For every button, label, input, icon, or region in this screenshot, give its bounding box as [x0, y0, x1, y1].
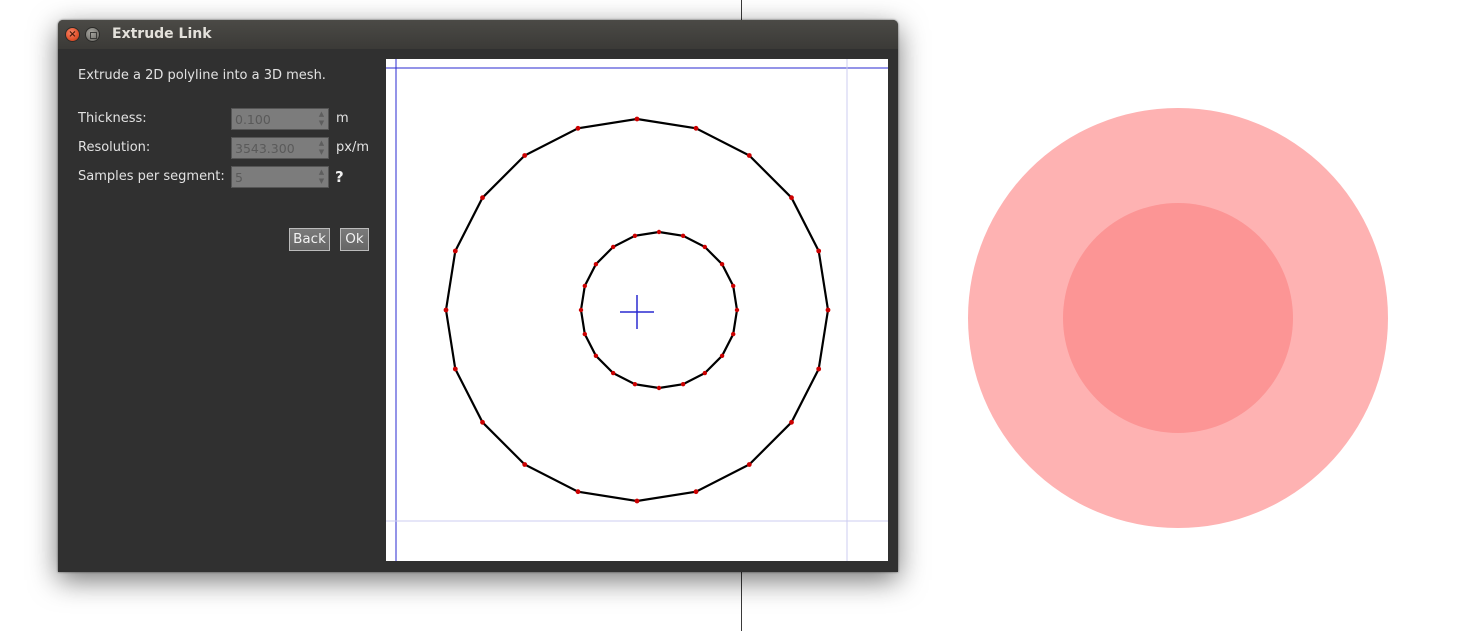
chevron-down-icon[interactable]: ▼	[317, 177, 326, 186]
samples-spinbox[interactable]: 5 ▲ ▼	[231, 166, 329, 188]
outer-polyline-vertex	[575, 489, 581, 495]
polyline-preview	[386, 59, 888, 561]
samples-help-icon[interactable]: ?	[335, 168, 344, 186]
outer-polyline-vertex	[816, 248, 822, 254]
thickness-unit: m	[336, 111, 349, 126]
inner-polyline-vertex	[731, 331, 736, 337]
outer-polyline-vertex	[634, 116, 640, 122]
close-icon[interactable]: ×	[66, 28, 79, 41]
chevron-up-icon[interactable]: ▲	[317, 168, 326, 177]
outer-polyline-vertex	[443, 307, 449, 313]
samples-value[interactable]: 5	[235, 170, 243, 185]
extrude-link-dialog: × Extrude Link Extrude a 2D polyline int…	[58, 20, 898, 572]
inner-polyline-vertex	[593, 353, 599, 358]
thickness-value[interactable]: 0.100	[235, 112, 271, 127]
samples-label: Samples per segment:	[78, 169, 225, 184]
outer-polyline-vertex	[480, 419, 485, 425]
inner-polyline-vertex	[578, 307, 584, 313]
chevron-down-icon[interactable]: ▼	[317, 119, 326, 128]
outer-polyline-vertex	[746, 462, 752, 467]
window-title: Extrude Link	[112, 26, 212, 42]
inner-polyline-vertex	[656, 385, 662, 391]
chevron-up-icon[interactable]: ▲	[317, 139, 326, 148]
resolution-unit: px/m	[336, 140, 369, 155]
resolution-value[interactable]: 3543.300	[235, 141, 295, 156]
inner-polyline-vertex	[656, 229, 662, 235]
inner-polyline-vertex	[734, 307, 740, 313]
outer-polyline-vertex	[693, 489, 699, 495]
inner-polyline-path	[579, 230, 739, 390]
polyline-preview-canvas[interactable]	[386, 59, 888, 561]
inner-polyline-vertex	[719, 353, 725, 358]
resolution-label: Resolution:	[78, 140, 151, 155]
outer-polyline-vertex	[825, 307, 831, 313]
mesh-preview-shape	[968, 108, 1388, 528]
inner-polyline-vertex	[680, 233, 686, 238]
inner-polyline-vertex	[702, 370, 707, 376]
outer-polyline-vertex	[522, 462, 528, 467]
inner-polyline-vertex	[731, 283, 736, 289]
inner-polyline-vertex	[582, 283, 587, 289]
inner-polyline-vertex	[611, 370, 616, 376]
chevron-down-icon[interactable]: ▼	[317, 148, 326, 157]
outer-polyline-vertex	[789, 419, 794, 425]
inner-polyline	[578, 229, 740, 391]
thickness-label: Thickness:	[78, 111, 147, 126]
dialog-description: Extrude a 2D polyline into a 3D mesh.	[78, 68, 326, 83]
outer-polyline-vertex	[452, 366, 458, 372]
inner-polyline-vertex	[632, 233, 638, 238]
thickness-spinbox[interactable]: 0.100 ▲ ▼	[231, 108, 329, 130]
inner-polyline-vertex	[680, 382, 686, 387]
inner-disc	[1063, 203, 1293, 433]
outer-polyline-vertex	[816, 366, 822, 372]
inner-polyline-vertex	[593, 262, 599, 267]
inner-polyline-vertex	[719, 262, 725, 267]
title-bar[interactable]: × Extrude Link	[58, 20, 898, 49]
outer-polyline-vertex	[575, 125, 581, 131]
outer-polyline-vertex	[693, 125, 699, 131]
ok-button[interactable]: Ok	[340, 228, 369, 251]
inner-polyline-vertex	[632, 382, 638, 387]
outer-polyline-vertex	[634, 498, 640, 504]
inner-polyline-vertex	[611, 244, 616, 250]
outer-polyline-vertex	[480, 195, 485, 201]
inner-polyline-vertex	[702, 244, 707, 250]
outer-polyline-vertex	[789, 195, 794, 201]
outer-polyline-vertex	[522, 153, 528, 158]
back-button[interactable]: Back	[289, 228, 330, 251]
outer-polyline-vertex	[746, 153, 752, 158]
crosshair-icon	[620, 295, 654, 329]
outer-polyline-vertex	[452, 248, 458, 254]
inner-polyline-vertex	[582, 331, 587, 337]
chevron-up-icon[interactable]: ▲	[317, 110, 326, 119]
resolution-spinbox[interactable]: 3543.300 ▲ ▼	[231, 137, 329, 159]
minimize-icon[interactable]	[86, 28, 99, 41]
